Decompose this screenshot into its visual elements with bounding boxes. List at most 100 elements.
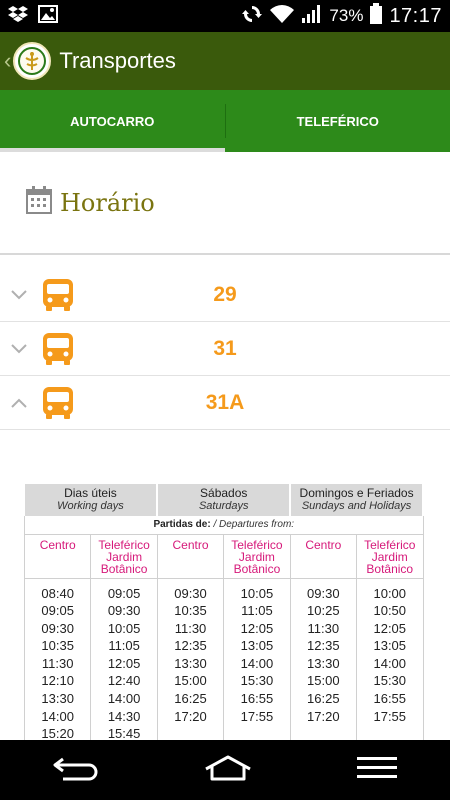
departure-time: 16:25: [307, 691, 340, 707]
time-column: 08:40 09:05 09:30 10:35 11:30 12:10 13:30 14:00…: [23, 578, 91, 743]
departure-time: 11:30: [174, 620, 207, 636]
departure-time: 13:30: [41, 691, 74, 707]
time-column: 09:05 09:30 10:05 11:05 12:05 12:40 14:00 14:30…: [90, 578, 158, 743]
departure-time: 10:05: [240, 585, 274, 601]
tab-bar: AUTOCARRO TELEFÉRICO: [0, 90, 450, 152]
departures-label: Partidas de: / Departures from:: [24, 516, 424, 535]
day-label-en: Saturdays: [198, 500, 249, 512]
stop-header: Centro: [156, 534, 224, 579]
menu-icon[interactable]: [357, 756, 398, 785]
sync-icon: [241, 3, 263, 30]
departure-time: 14:00: [41, 708, 74, 724]
bus-icon: [40, 277, 76, 313]
day-header-saturday: Sábados Saturdays: [157, 484, 292, 516]
up-chevron-icon[interactable]: ‹: [4, 48, 11, 74]
departures-label-pt: Partidas de:: [153, 519, 211, 531]
gallery-icon: [38, 4, 58, 28]
departure-time: 11:05: [108, 638, 140, 654]
app-bar: ‹ Transportes: [0, 32, 450, 90]
chevron-up-icon[interactable]: [0, 392, 38, 413]
route-item[interactable]: 29: [0, 268, 450, 322]
departure-time: 14:30: [107, 708, 141, 724]
departure-time: 10:05: [107, 620, 141, 636]
departure-time: 16:55: [240, 691, 274, 707]
departure-time: 09:30: [41, 620, 74, 636]
departure-time: 15:30: [240, 673, 274, 689]
day-label: Domingos e Feriados: [299, 486, 414, 500]
chevron-down-icon[interactable]: [0, 284, 38, 305]
day-header-working: Dias úteis Working days: [24, 484, 159, 516]
departure-time: 12:05: [240, 620, 274, 636]
departure-time: 09:30: [174, 585, 207, 601]
time-column: 10:05 11:05 12:05 13:05 14:00 15:30 16:55 17:55: [223, 578, 291, 743]
departure-time: 17:20: [174, 708, 207, 724]
home-icon[interactable]: [204, 755, 252, 786]
departures-label-en: / Departures from:: [213, 519, 295, 531]
time-column: 10:00 10:50 12:05 13:05 14:00 15:30 16:55 17:55: [356, 578, 424, 743]
route-list: 29 31 31A: [0, 268, 450, 430]
departure-time: 11:05: [241, 603, 273, 619]
departure-time: 16:25: [174, 691, 207, 707]
departure-time: 13:05: [240, 638, 274, 654]
tab-autocarro[interactable]: AUTOCARRO: [0, 90, 225, 152]
departure-time: 10:00: [373, 585, 407, 601]
clock: 17:17: [389, 4, 442, 27]
stop-header: Teleférico Jardim Botânico: [90, 534, 158, 579]
departure-time: 09:30: [107, 603, 141, 619]
calendar-icon: [26, 186, 52, 219]
tab-teleferico[interactable]: TELEFÉRICO: [226, 90, 450, 152]
stop-header: Teleférico Jardim Botânico: [356, 534, 424, 579]
stop-header: Teleférico Jardim Botânico: [223, 534, 291, 579]
day-label-en: Sundays and Holidays: [301, 500, 412, 512]
day-header-sunday: Domingos e Feriados Sundays and Holidays: [290, 484, 424, 516]
departure-time: 17:55: [240, 708, 274, 724]
departure-time: 12:10: [41, 673, 74, 689]
departure-time: 16:55: [373, 691, 407, 707]
app-title: Transportes: [59, 48, 176, 73]
departure-time: 12:35: [307, 638, 340, 654]
wifi-icon: [269, 4, 295, 29]
departure-time: 11:30: [307, 620, 340, 636]
stop-header: Centro: [289, 534, 357, 579]
departure-time: 11:30: [41, 655, 74, 671]
time-column: 09:30 10:35 11:30 12:35 13:30 15:00 16:25 17:20: [156, 578, 224, 743]
departure-time: 12:05: [373, 620, 407, 636]
bus-icon: [40, 385, 76, 421]
nav-bar: [0, 740, 450, 800]
app-logo[interactable]: [13, 42, 52, 80]
departure-time: 15:30: [373, 673, 407, 689]
departure-time: 17:20: [307, 708, 340, 724]
departure-time: 12:05: [107, 655, 141, 671]
timetable: Dias úteis Working days Sábados Saturday…: [23, 484, 424, 743]
departure-time: 10:25: [307, 603, 340, 619]
departure-time: 14:00: [107, 691, 141, 707]
chevron-down-icon[interactable]: [0, 338, 38, 359]
departure-time: 13:30: [307, 655, 340, 671]
day-label: Sábados: [200, 486, 248, 500]
dropbox-icon: [8, 5, 28, 28]
departure-time: 08:40: [41, 585, 74, 601]
stop-header: Centro: [23, 534, 91, 579]
departure-time: 09:05: [41, 603, 74, 619]
battery-icon: [369, 2, 383, 30]
departure-time: 14:00: [373, 655, 407, 671]
departure-time: 09:05: [107, 585, 141, 601]
route-item[interactable]: 31: [0, 322, 450, 376]
departure-time: 10:50: [373, 603, 407, 619]
departure-time: 14:00: [240, 655, 274, 671]
departure-time: 15:00: [307, 673, 340, 689]
status-bar: 73% 17:17: [0, 0, 450, 32]
departure-time: 10:35: [174, 603, 207, 619]
departure-time: 10:35: [41, 638, 74, 654]
schedule-title: Horário: [60, 188, 155, 217]
departure-time: 17:55: [373, 708, 407, 724]
departure-time: 13:05: [373, 638, 407, 654]
day-label-en: Working days: [57, 500, 124, 512]
bus-icon: [40, 331, 76, 367]
battery-percent: 73%: [329, 6, 364, 25]
back-icon[interactable]: [53, 755, 99, 786]
time-column: 09:30 10:25 11:30 12:35 13:30 15:00 16:25 17:20: [289, 578, 357, 743]
departure-time: 09:30: [307, 585, 340, 601]
route-item[interactable]: 31A: [0, 376, 450, 430]
departure-time: 15:00: [174, 673, 207, 689]
